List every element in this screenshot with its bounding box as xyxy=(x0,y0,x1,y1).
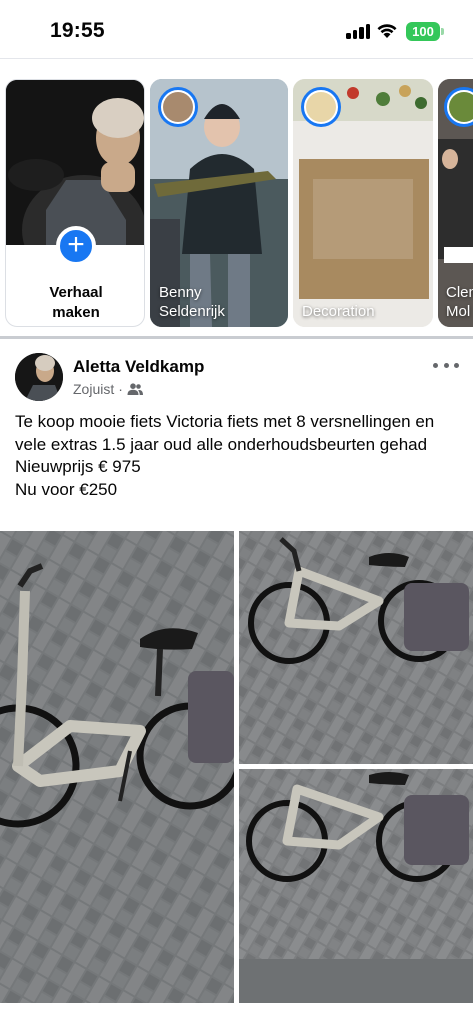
more-options-button[interactable] xyxy=(433,356,459,374)
story-card-1[interactable]: Benny Seldenrijk xyxy=(150,79,288,327)
post-action-bar xyxy=(0,1004,473,1024)
create-story-label: Verhaal maken xyxy=(49,284,103,321)
status-time: 19:55 xyxy=(50,19,105,42)
battery-nub xyxy=(441,28,444,35)
story-name: Benny Seldenrijk xyxy=(159,284,225,320)
wifi-icon xyxy=(377,24,397,38)
section-divider xyxy=(0,336,473,339)
story-avatar xyxy=(301,87,341,127)
stories-tray: + Verhaal maken Benny Seldenrijk Decorat… xyxy=(0,79,473,327)
post-photo-main[interactable] xyxy=(0,531,234,1003)
signal-icon xyxy=(346,24,370,39)
story-name: Decoration xyxy=(302,303,375,320)
post-photo-top-right[interactable] xyxy=(239,531,473,764)
create-story-card[interactable]: + Verhaal maken xyxy=(5,79,145,327)
friends-icon xyxy=(127,383,143,395)
divider xyxy=(0,58,473,59)
post-author-avatar[interactable] xyxy=(15,353,63,401)
plus-icon[interactable]: + xyxy=(56,226,96,266)
story-card-3[interactable]: Clem Mol xyxy=(438,79,473,327)
dot xyxy=(433,362,438,368)
meta-separator: · xyxy=(118,381,123,397)
story-card-2[interactable]: Decoration xyxy=(293,79,433,327)
post-photo-bottom-right[interactable] xyxy=(239,769,473,1003)
post-text: Te koop mooie fiets Victoria fiets met 8… xyxy=(15,412,435,499)
post-meta: Zojuist · xyxy=(73,381,143,397)
create-story-photo xyxy=(6,80,144,245)
story-name: Clem Mol xyxy=(446,284,473,320)
post-time[interactable]: Zojuist xyxy=(73,381,114,397)
status-bar: 19:55 100 xyxy=(0,0,473,58)
dot xyxy=(443,362,449,368)
story-avatar xyxy=(158,87,198,127)
battery-icon: 100 xyxy=(406,22,440,41)
post-author-name[interactable]: Aletta Veldkamp xyxy=(73,357,204,377)
dot xyxy=(454,362,459,368)
